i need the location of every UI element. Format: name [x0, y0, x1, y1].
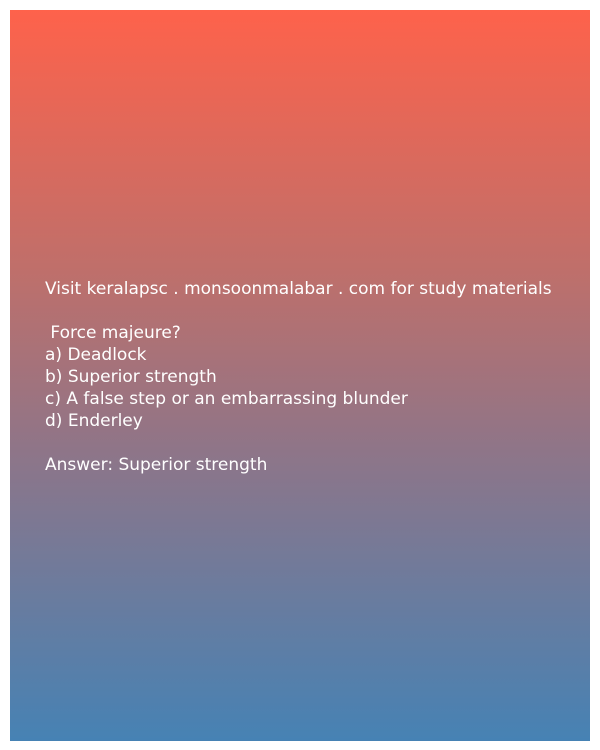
answer-text: Answer: Superior strength — [45, 455, 268, 475]
option-a: a) Deadlock — [45, 345, 147, 365]
option-b: b) Superior strength — [45, 367, 217, 387]
promo-text: Visit keralapsc . monsoonmalabar . com f… — [45, 279, 552, 299]
question-card: Visit keralapsc . monsoonmalabar . com f… — [10, 10, 590, 741]
option-c: c) A false step or an embarrassing blund… — [45, 389, 408, 409]
card-content: Visit keralapsc . monsoonmalabar . com f… — [45, 278, 585, 476]
question-text: Force majeure? — [45, 323, 181, 343]
option-d: d) Enderley — [45, 411, 143, 431]
